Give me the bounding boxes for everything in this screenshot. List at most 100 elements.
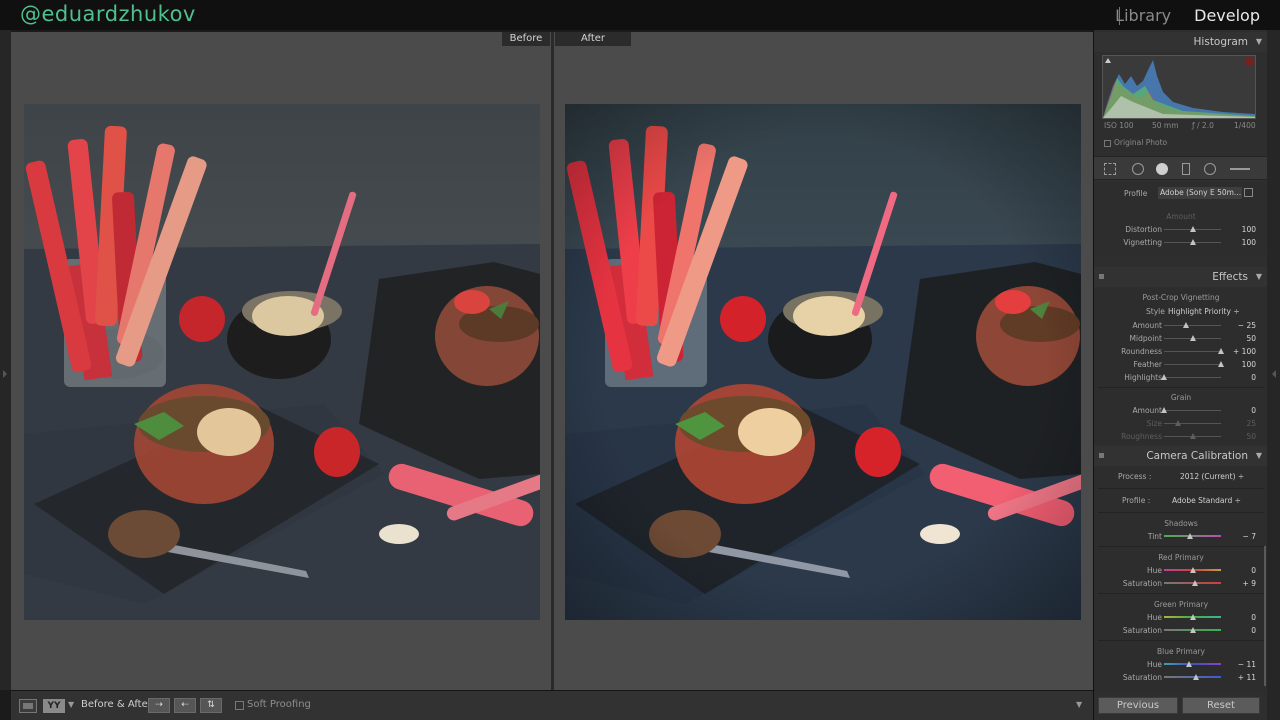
slider-label: Amount: [1132, 406, 1162, 415]
slider-thumb[interactable]: [1175, 420, 1182, 426]
slider-value[interactable]: 0: [1251, 625, 1256, 636]
module-library[interactable]: Library: [1115, 6, 1183, 25]
slider-shadows-tint[interactable]: Tint − 7: [1094, 531, 1267, 542]
camera-calibration-header[interactable]: Camera Calibration ▼: [1094, 446, 1267, 466]
slider-value[interactable]: 25: [1246, 418, 1256, 429]
slider-track[interactable]: [1164, 377, 1221, 378]
slider-thumb[interactable]: [1189, 614, 1196, 620]
slider-thumb[interactable]: [1186, 661, 1193, 667]
slider-blue-saturation[interactable]: Saturation + 11: [1094, 672, 1267, 683]
slider-value[interactable]: 100: [1242, 359, 1256, 370]
slider-vignette-midpoint[interactable]: Midpoint 50: [1094, 333, 1267, 344]
spot-removal-icon[interactable]: [1132, 163, 1144, 175]
shadow-clipping-icon[interactable]: [1105, 58, 1111, 63]
slider-distortion[interactable]: Distortion 100: [1094, 224, 1267, 235]
slider-label: Vignetting: [1123, 238, 1162, 247]
histogram[interactable]: [1102, 55, 1256, 119]
slider-thumb[interactable]: [1192, 580, 1199, 586]
slider-value[interactable]: 0: [1251, 612, 1256, 623]
highlight-clipping-icon[interactable]: [1246, 58, 1253, 65]
original-photo-checkbox[interactable]: [1104, 140, 1111, 147]
slider-thumb[interactable]: [1189, 567, 1196, 573]
module-develop[interactable]: Develop: [1183, 6, 1260, 25]
loupe-view-button[interactable]: [19, 699, 37, 713]
lens-corrections-panel: Profile Adobe (Sony E 50m... Amount Dist…: [1094, 183, 1267, 255]
slider-track[interactable]: [1164, 410, 1221, 411]
slider-value[interactable]: − 11: [1238, 659, 1256, 670]
vignette-style-select[interactable]: Highlight Priority ÷: [1168, 307, 1240, 316]
slider-red-saturation[interactable]: Saturation + 9: [1094, 578, 1267, 589]
panel-switch-icon[interactable]: [1099, 453, 1104, 458]
slider-thumb[interactable]: [1161, 407, 1167, 413]
histogram-header[interactable]: Histogram ▼: [1094, 32, 1267, 52]
calibration-profile-select[interactable]: Adobe Standard ÷: [1172, 496, 1241, 505]
divider: [1098, 387, 1264, 388]
view-mode-dropdown-icon[interactable]: ▼: [68, 700, 74, 709]
previous-button[interactable]: Previous: [1098, 697, 1178, 714]
slider-track[interactable]: [1164, 325, 1221, 326]
slider-green-hue[interactable]: Hue 0: [1094, 612, 1267, 623]
slider-value[interactable]: 100: [1242, 237, 1256, 248]
slider-value[interactable]: 100: [1242, 224, 1256, 235]
slider-blue-hue[interactable]: Hue − 11: [1094, 659, 1267, 670]
slider-vignetting[interactable]: Vignetting 100: [1094, 237, 1267, 248]
copy-before-to-after-button[interactable]: ⇢: [148, 698, 170, 713]
slider-value[interactable]: + 9: [1243, 578, 1256, 589]
copy-after-to-before-button[interactable]: ⇠: [174, 698, 196, 713]
slider-grain-amount[interactable]: Amount 0: [1094, 405, 1267, 416]
crop-tool-icon[interactable]: [1104, 163, 1116, 175]
panel-switch-icon[interactable]: [1099, 274, 1104, 279]
slider-green-saturation[interactable]: Saturation 0: [1094, 625, 1267, 636]
slider-vignette-feather[interactable]: Feather 100: [1094, 359, 1267, 370]
slider-vignette-roundness[interactable]: Roundness + 100: [1094, 346, 1267, 357]
slider-vignette-amount[interactable]: Amount − 25: [1094, 320, 1267, 331]
vignette-style-value: Highlight Priority: [1168, 307, 1231, 316]
lens-profile-dropdown-icon[interactable]: [1244, 188, 1253, 197]
slider-value[interactable]: + 11: [1238, 672, 1256, 683]
soft-proofing-checkbox[interactable]: [235, 701, 244, 710]
slider-thumb[interactable]: [1189, 239, 1196, 245]
slider-track[interactable]: [1164, 351, 1221, 352]
toolbar-menu-icon[interactable]: ▼: [1076, 700, 1082, 709]
slider-value[interactable]: 0: [1251, 565, 1256, 576]
slider-thumb[interactable]: [1189, 226, 1196, 232]
red-eye-icon[interactable]: [1156, 163, 1168, 175]
slider-thumb[interactable]: [1182, 322, 1189, 328]
slider-value[interactable]: − 7: [1243, 531, 1256, 542]
effects-panel: Post-Crop Vignetting Style Highlight Pri…: [1094, 287, 1267, 443]
slider-thumb[interactable]: [1189, 335, 1196, 341]
slider-thumb[interactable]: [1189, 433, 1196, 439]
lens-profile-select[interactable]: Adobe (Sony E 50m...: [1158, 187, 1242, 199]
slider-value[interactable]: 50: [1246, 431, 1256, 442]
slider-thumb[interactable]: [1189, 627, 1196, 633]
slider-thumb[interactable]: [1187, 533, 1194, 539]
slider-value[interactable]: 50: [1246, 333, 1256, 344]
radial-filter-icon[interactable]: [1204, 163, 1216, 175]
camera-calibration-panel: Process : 2012 (Current) ÷ Profile : Ado…: [1094, 466, 1267, 692]
effects-header[interactable]: Effects ▼: [1094, 267, 1267, 287]
before-after-view-button[interactable]: YY: [43, 699, 65, 713]
slider-value[interactable]: + 100: [1233, 346, 1256, 357]
right-panel-toggle[interactable]: [1267, 30, 1280, 720]
slider-track[interactable]: [1164, 423, 1221, 424]
slider-thumb[interactable]: [1218, 361, 1224, 367]
slider-value[interactable]: − 25: [1238, 320, 1256, 331]
slider-track[interactable]: [1164, 663, 1221, 665]
swap-before-after-button[interactable]: ⇅: [200, 698, 222, 713]
slider-grain-size[interactable]: Size 25: [1094, 418, 1267, 429]
adjustment-brush-icon[interactable]: [1230, 168, 1250, 170]
process-select[interactable]: 2012 (Current) ÷: [1180, 472, 1244, 481]
reset-button[interactable]: Reset: [1182, 697, 1260, 714]
panel-scrollbar[interactable]: [1264, 546, 1266, 686]
left-panel-toggle[interactable]: [0, 30, 11, 690]
graduated-filter-icon[interactable]: [1182, 163, 1190, 175]
slider-track[interactable]: [1164, 364, 1221, 365]
slider-value[interactable]: 0: [1251, 372, 1256, 383]
slider-thumb[interactable]: [1161, 374, 1167, 380]
slider-vignette-highlights[interactable]: Highlights 0: [1094, 372, 1267, 383]
slider-thumb[interactable]: [1218, 348, 1224, 354]
slider-thumb[interactable]: [1192, 674, 1199, 680]
slider-value[interactable]: 0: [1251, 405, 1256, 416]
slider-red-hue[interactable]: Hue 0: [1094, 565, 1267, 576]
slider-grain-roughness[interactable]: Roughness 50: [1094, 431, 1267, 442]
